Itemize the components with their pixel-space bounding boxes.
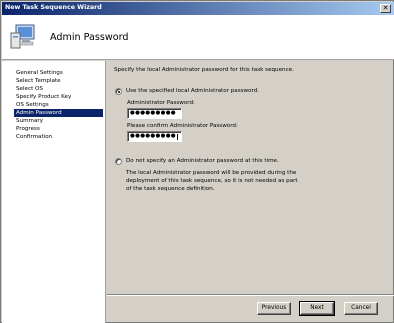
wizard-header: Admin Password: [2, 15, 394, 60]
step-select-os[interactable]: Select OS: [16, 85, 43, 93]
close-icon[interactable]: ✕: [380, 4, 391, 13]
content-pane: Specify the local Administrator password…: [107, 61, 394, 294]
use-password-label[interactable]: Use the specified local Administrator pa…: [126, 88, 259, 94]
cancel-button[interactable]: Cancel: [344, 302, 378, 315]
step-progress[interactable]: Progress: [16, 125, 40, 133]
step-admin-password[interactable]: Admin Password: [14, 109, 103, 117]
next-button[interactable]: Next: [299, 301, 335, 316]
confirm-password-field[interactable]: ●●●●●●●●●: [127, 131, 182, 142]
wizard-steps: General Settings Select Template Select …: [2, 61, 106, 323]
step-select-template[interactable]: Select Template: [16, 77, 61, 85]
admin-password-field[interactable]: ●●●●●●●●●: [127, 108, 182, 119]
step-summary[interactable]: Summary: [16, 117, 43, 125]
wizard-window: New Task Sequence Wizard ✕ Admin Passwor…: [0, 0, 394, 323]
step-general-settings[interactable]: General Settings: [16, 69, 63, 77]
step-specify-product-key[interactable]: Specify Product Key: [16, 93, 71, 101]
step-confirmation[interactable]: Confirmation: [16, 133, 52, 141]
computer-icon: [10, 24, 35, 49]
confirm-password-label: Please confirm Administrator Password:: [127, 123, 238, 129]
step-os-settings[interactable]: OS Settings: [16, 101, 49, 109]
no-password-radio[interactable]: [115, 158, 122, 165]
previous-button[interactable]: Previous: [257, 302, 291, 315]
title-bar[interactable]: New Task Sequence Wizard ✕: [2, 2, 394, 15]
intro-text: Specify the local Administrator password…: [114, 67, 294, 73]
button-separator: [107, 294, 394, 296]
no-password-note: The local Administrator password will be…: [126, 170, 298, 192]
page-title: Admin Password: [50, 32, 129, 43]
window-title: New Task Sequence Wizard: [5, 4, 102, 11]
no-password-label[interactable]: Do not specify an Administrator password…: [126, 158, 279, 164]
admin-password-label: Administrator Password:: [127, 100, 195, 106]
use-password-radio[interactable]: [115, 88, 122, 95]
